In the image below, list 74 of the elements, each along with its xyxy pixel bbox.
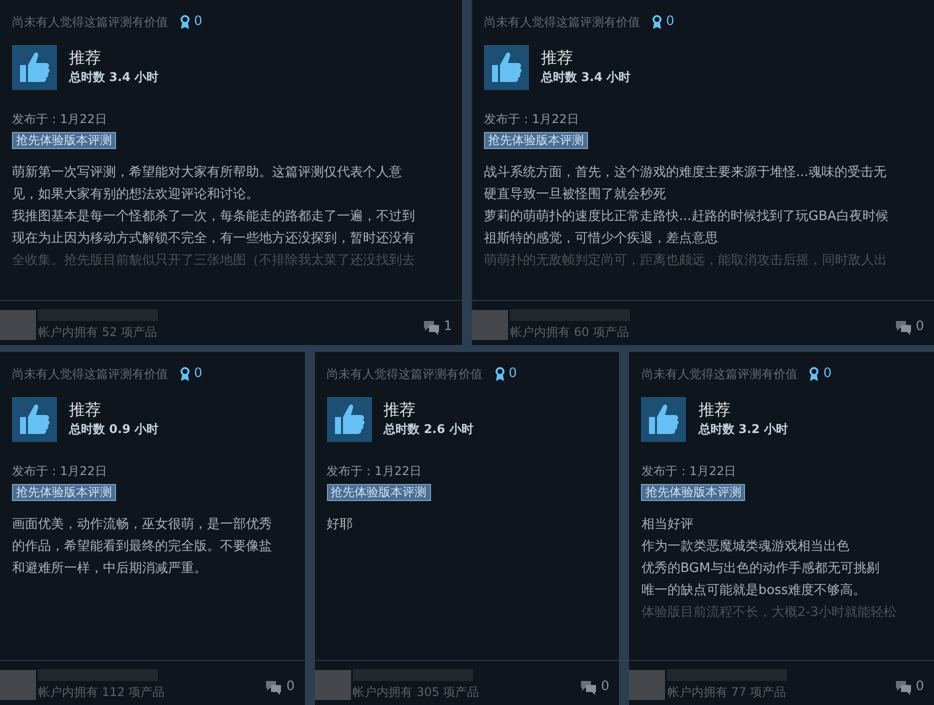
comment-count: 0: [601, 678, 610, 696]
comment-count: 0: [286, 678, 295, 696]
review-text-line: 萌新第一次写评测，希望能对大家有所帮助。这篇评测仅代表个人意: [12, 164, 402, 182]
posted-date: 发布于：1月22日: [484, 110, 579, 128]
early-access-badge: 抢先体验版本评测: [12, 132, 116, 148]
helpful-count-text: 尚未有人觉得这篇评测有价值: [12, 14, 168, 31]
review-text-line: 画面优美，动作流畅，巫女很萌，是一部优秀: [12, 516, 272, 534]
playtime-text: 总时数 3.4 小时: [541, 69, 631, 86]
products-owned-text: 帐户内拥有 112 项产品: [38, 684, 165, 701]
review-text-line: 体验版目前流程不长，大概2-3小时就能轻松: [641, 604, 897, 622]
review-text-line: 战斗系统方面，首先，这个游戏的难度主要来源于堆怪...魂味的受击无: [484, 164, 886, 182]
award-icon: [494, 366, 505, 381]
playtime-text: 总时数 0.9 小时: [69, 421, 159, 438]
avatar-blurred: [0, 670, 36, 700]
early-access-badge: 抢先体验版本评测: [641, 484, 746, 500]
award-count: 0: [194, 365, 202, 383]
review-text-line: 硬直导致一旦被怪围了就会秒死: [484, 186, 666, 204]
products-owned-text: 帐户内拥有 52 项产品: [38, 324, 157, 341]
helpful-count-text: 尚未有人觉得这篇评测有价值: [641, 366, 798, 383]
review-text-line: 的作品，希望能看到最终的完全版。不要像盐: [12, 538, 272, 556]
products-owned-text: 帐户内拥有 305 项产品: [352, 684, 480, 701]
award-icon: [652, 14, 662, 29]
avatar-blurred: [629, 670, 666, 700]
comments-icon: [265, 680, 282, 694]
avatar-blurred: [0, 310, 36, 340]
review-text-line: 好耶: [326, 516, 353, 534]
avatar-blurred: [472, 310, 508, 340]
playtime-text: 总时数 2.6 小时: [384, 421, 474, 438]
early-access-badge: 抢先体验版本评测: [484, 132, 588, 148]
verdict-title: 推荐: [69, 48, 102, 68]
helpful-count-text: 尚未有人觉得这篇评测有价值: [12, 366, 168, 383]
helpful-count-text: 尚未有人觉得这篇评测有价值: [326, 366, 483, 383]
comments-icon: [894, 320, 912, 334]
comments-icon: [422, 320, 440, 334]
early-access-badge: 抢先体验版本评测: [12, 484, 116, 500]
verdict-title: 推荐: [698, 400, 732, 420]
early-access-badge: 抢先体验版本评测: [326, 484, 431, 500]
award-count: 0: [823, 365, 832, 383]
review-text-line: 萌萌扑的无敌帧判定尚可，距离也颇远，能取消攻击后摇，同时敌人出: [484, 252, 887, 270]
comment-count: 0: [916, 678, 924, 696]
products-owned-text: 帐户内拥有 77 项产品: [667, 684, 786, 701]
comments-icon: [580, 680, 598, 694]
comments-icon: [894, 680, 912, 694]
verdict-title: 推荐: [541, 48, 574, 68]
posted-date: 发布于：1月22日: [326, 462, 422, 480]
award-icon: [180, 366, 190, 381]
playtime-text: 总时数 3.4 小时: [69, 69, 159, 86]
products-owned-text: 帐户内拥有 60 项产品: [510, 324, 629, 341]
review-text-line: 作为一款类恶魔城类魂游戏相当出色: [641, 538, 850, 556]
award-count: 0: [508, 365, 517, 383]
posted-date: 发布于：1月22日: [641, 462, 736, 480]
review-text-line: 祖斯特的感觉，可惜少个疾退，差点意思: [484, 230, 718, 248]
verdict-title: 推荐: [384, 400, 417, 420]
review-text-line: 萝莉的萌萌扑的速度比正常走路快...赶路的时候找到了玩GBA白夜时候: [484, 208, 888, 226]
verdict-title: 推荐: [69, 400, 102, 420]
award-count: 0: [194, 13, 202, 31]
posted-date: 发布于：1月22日: [12, 110, 107, 128]
helpful-count-text: 尚未有人觉得这篇评测有价值: [484, 14, 640, 31]
comment-count: 1: [444, 318, 452, 336]
award-icon: [809, 366, 820, 381]
review-text-line: 相当好评: [641, 516, 694, 534]
avatar-blurred: [314, 670, 351, 700]
review-text-line: 和避难所一样，中后期消减严重。: [12, 560, 207, 578]
review-text-line: 唯一的缺点可能就是boss难度不够高。: [641, 582, 866, 600]
review-text-line: 见，如果大家有别的想法欢迎评论和讨论。: [12, 186, 259, 204]
playtime-text: 总时数 3.2 小时: [698, 421, 788, 438]
posted-date: 发布于：1月22日: [12, 462, 107, 480]
award-count: 0: [666, 13, 674, 31]
comment-count: 0: [916, 318, 924, 336]
review-text-line: 全收集。抢先版目前貌似只开了三张地图（不排除我太菜了还没找到去: [12, 252, 415, 270]
review-text-line: 现在为止因为移动方式解锁不完全，有一些地方还没探到，暂时还没有: [12, 230, 415, 248]
review-text-line: 优秀的BGM与出色的动作手感都无可挑剔: [641, 560, 880, 578]
award-icon: [180, 14, 190, 29]
review-text-line: 我推图基本是每一个怪都杀了一次，每条能走的路都走了一遍，不过到: [12, 208, 415, 226]
